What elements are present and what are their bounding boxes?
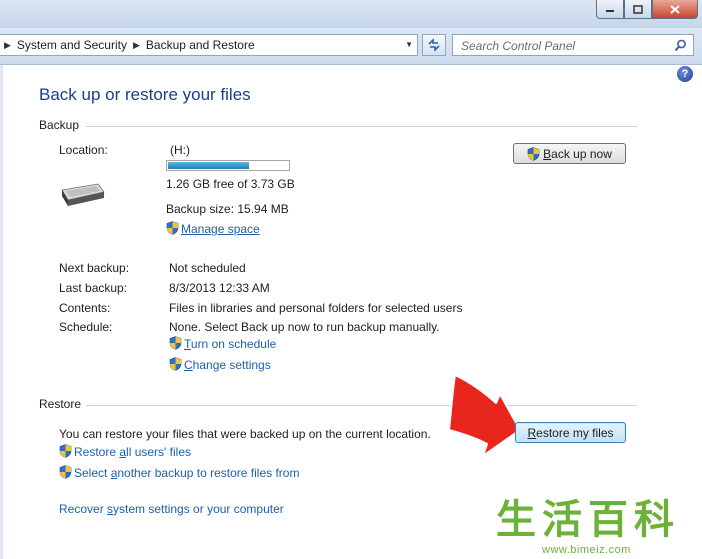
schedule-value: None. Select Back up now to run backup m… bbox=[169, 320, 440, 334]
restore-my-files-button[interactable]: Restore my files bbox=[515, 422, 626, 443]
navigation-bar: ▶ System and Security ▶ Backup and Resto… bbox=[0, 28, 702, 65]
shield-icon bbox=[169, 357, 182, 371]
watermark: 生 活 百 科 www.bimeiz.com bbox=[496, 498, 702, 559]
shield-icon bbox=[166, 221, 179, 235]
refresh-icon bbox=[428, 38, 440, 52]
contents-value: Files in libraries and personal folders … bbox=[169, 301, 463, 315]
change-settings-text: hange settings bbox=[192, 358, 271, 372]
turn-on-schedule-accel: T bbox=[184, 337, 191, 351]
restore-section-heading: Restore bbox=[39, 397, 82, 411]
shield-icon bbox=[527, 146, 540, 161]
recover-text: ystem settings or your computer bbox=[113, 502, 284, 516]
select-another-text: nother backup to restore files from bbox=[117, 466, 300, 480]
recover-system-settings-link[interactable]: Recover system settings or your computer bbox=[59, 502, 284, 516]
restore-my-files-label: estore my files bbox=[536, 425, 614, 440]
turn-on-schedule-text: urn on schedule bbox=[190, 337, 277, 351]
nav-pane-edge bbox=[0, 65, 3, 559]
restore-info-text: You can restore your files that were bac… bbox=[59, 427, 431, 441]
search-icon[interactable] bbox=[674, 39, 687, 52]
drive-space-bar bbox=[166, 160, 290, 171]
watermark-url: www.bimeiz.com bbox=[542, 544, 631, 556]
last-backup-label: Last backup: bbox=[59, 281, 128, 295]
help-icon[interactable]: ? bbox=[677, 66, 693, 82]
watermark-char: 百 bbox=[588, 497, 628, 543]
turn-on-schedule-link[interactable]: Turn on schedule bbox=[169, 336, 276, 351]
shield-icon bbox=[59, 465, 72, 479]
select-another-backup-link[interactable]: Select another backup to restore files f… bbox=[59, 465, 299, 480]
back-up-now-button[interactable]: Back up now bbox=[513, 143, 626, 164]
search-box[interactable] bbox=[452, 34, 694, 56]
refresh-button[interactable] bbox=[422, 34, 446, 56]
back-up-now-label: ack up now bbox=[551, 146, 612, 161]
next-backup-label: Next backup: bbox=[59, 261, 130, 275]
contents-label: Contents: bbox=[59, 301, 111, 315]
watermark-logo: 生 活 百 科 bbox=[496, 498, 674, 542]
backup-divider bbox=[86, 126, 637, 127]
window-controls bbox=[596, 0, 698, 19]
maximize-icon bbox=[633, 4, 643, 14]
maximize-button[interactable] bbox=[624, 0, 652, 19]
shield-icon bbox=[169, 336, 182, 350]
change-settings-accel: C bbox=[184, 358, 193, 372]
free-space-text: 1.26 GB free of 3.73 GB bbox=[166, 177, 295, 191]
close-button[interactable] bbox=[652, 0, 698, 19]
last-backup-value: 8/3/2013 12:33 AM bbox=[169, 281, 270, 295]
change-settings-link[interactable]: Change settings bbox=[169, 357, 271, 372]
breadcrumb-backup-and-restore[interactable]: Backup and Restore bbox=[146, 38, 255, 52]
breadcrumb-arrow-icon[interactable]: ▶ bbox=[133, 40, 140, 51]
address-bar[interactable]: ▶ System and Security ▶ Backup and Resto… bbox=[0, 34, 418, 56]
drive-space-fill bbox=[168, 162, 249, 169]
select-another-prefix: Select bbox=[74, 466, 111, 480]
manage-space-link[interactable]: Manage space bbox=[166, 221, 260, 236]
address-dropdown-icon[interactable]: ▼ bbox=[405, 40, 413, 49]
watermark-char: 科 bbox=[634, 497, 674, 543]
watermark-char: 生 bbox=[496, 497, 536, 543]
backup-size-text: Backup size: 15.94 MB bbox=[166, 202, 289, 216]
manage-space-accel: M bbox=[181, 222, 191, 236]
restore-all-prefix: Restore bbox=[74, 445, 120, 459]
minimize-icon bbox=[606, 10, 614, 12]
watermark-char: 活 bbox=[542, 497, 582, 543]
restore-all-users-link[interactable]: Restore all users' files bbox=[59, 444, 191, 459]
location-label: Location: bbox=[59, 143, 108, 157]
restore-my-files-accel: R bbox=[527, 425, 537, 440]
breadcrumb-system-and-security[interactable]: System and Security bbox=[17, 38, 127, 52]
back-up-now-accel: B bbox=[543, 146, 552, 161]
drive-letter: (H:) bbox=[170, 143, 190, 157]
title-bar bbox=[0, 0, 702, 28]
restore-divider bbox=[86, 405, 637, 406]
restore-all-text: ll users' files bbox=[126, 445, 192, 459]
breadcrumb-arrow-icon[interactable]: ▶ bbox=[4, 40, 11, 51]
schedule-label: Schedule: bbox=[59, 320, 113, 334]
page-title: Back up or restore your files bbox=[39, 85, 251, 104]
minimize-button[interactable] bbox=[596, 0, 624, 19]
manage-space-text: anage space bbox=[191, 222, 260, 236]
shield-icon bbox=[59, 444, 72, 458]
search-input[interactable] bbox=[459, 38, 673, 54]
backup-section-heading: Backup bbox=[39, 118, 80, 132]
next-backup-value: Not scheduled bbox=[169, 261, 246, 275]
usb-drive-icon bbox=[61, 183, 105, 206]
recover-prefix: Recover bbox=[59, 502, 108, 516]
close-icon bbox=[670, 4, 680, 14]
